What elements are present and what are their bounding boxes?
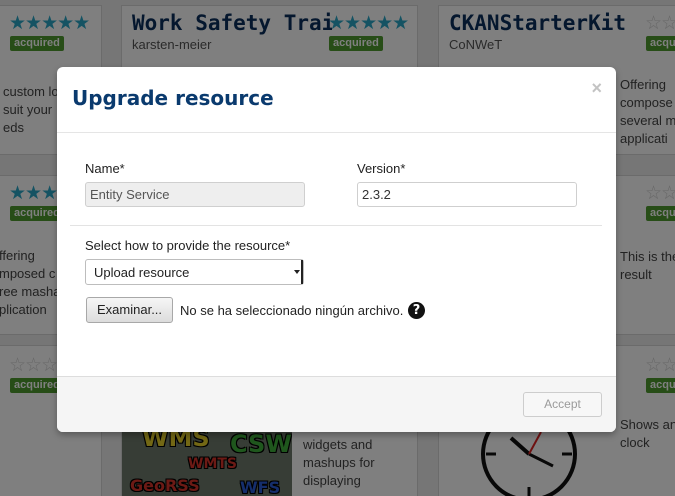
- close-icon[interactable]: ×: [591, 78, 602, 99]
- chevron-down-icon: [294, 270, 300, 274]
- form-divider: [70, 225, 602, 226]
- upgrade-resource-dialog: Upgrade resource × Name* Version* Select…: [57, 67, 616, 432]
- name-label: Name*: [85, 161, 125, 176]
- provide-method-value: Upload resource: [94, 265, 190, 280]
- dialog-header: Upgrade resource ×: [57, 67, 616, 133]
- name-field[interactable]: [85, 182, 305, 207]
- help-icon[interactable]: ?: [408, 302, 425, 319]
- dialog-title: Upgrade resource: [72, 86, 274, 110]
- file-status-text: No se ha seleccionado ningún archivo.: [180, 303, 404, 318]
- accept-button[interactable]: Accept: [523, 392, 602, 417]
- select-edge: [301, 260, 303, 284]
- version-label: Version*: [357, 161, 406, 176]
- dialog-footer: Accept: [57, 376, 616, 432]
- browse-file-button[interactable]: Examinar...: [86, 297, 174, 323]
- provide-method-label: Select how to provide the resource*: [85, 238, 291, 253]
- provide-method-select[interactable]: Upload resource: [85, 259, 304, 285]
- version-field[interactable]: [357, 182, 577, 207]
